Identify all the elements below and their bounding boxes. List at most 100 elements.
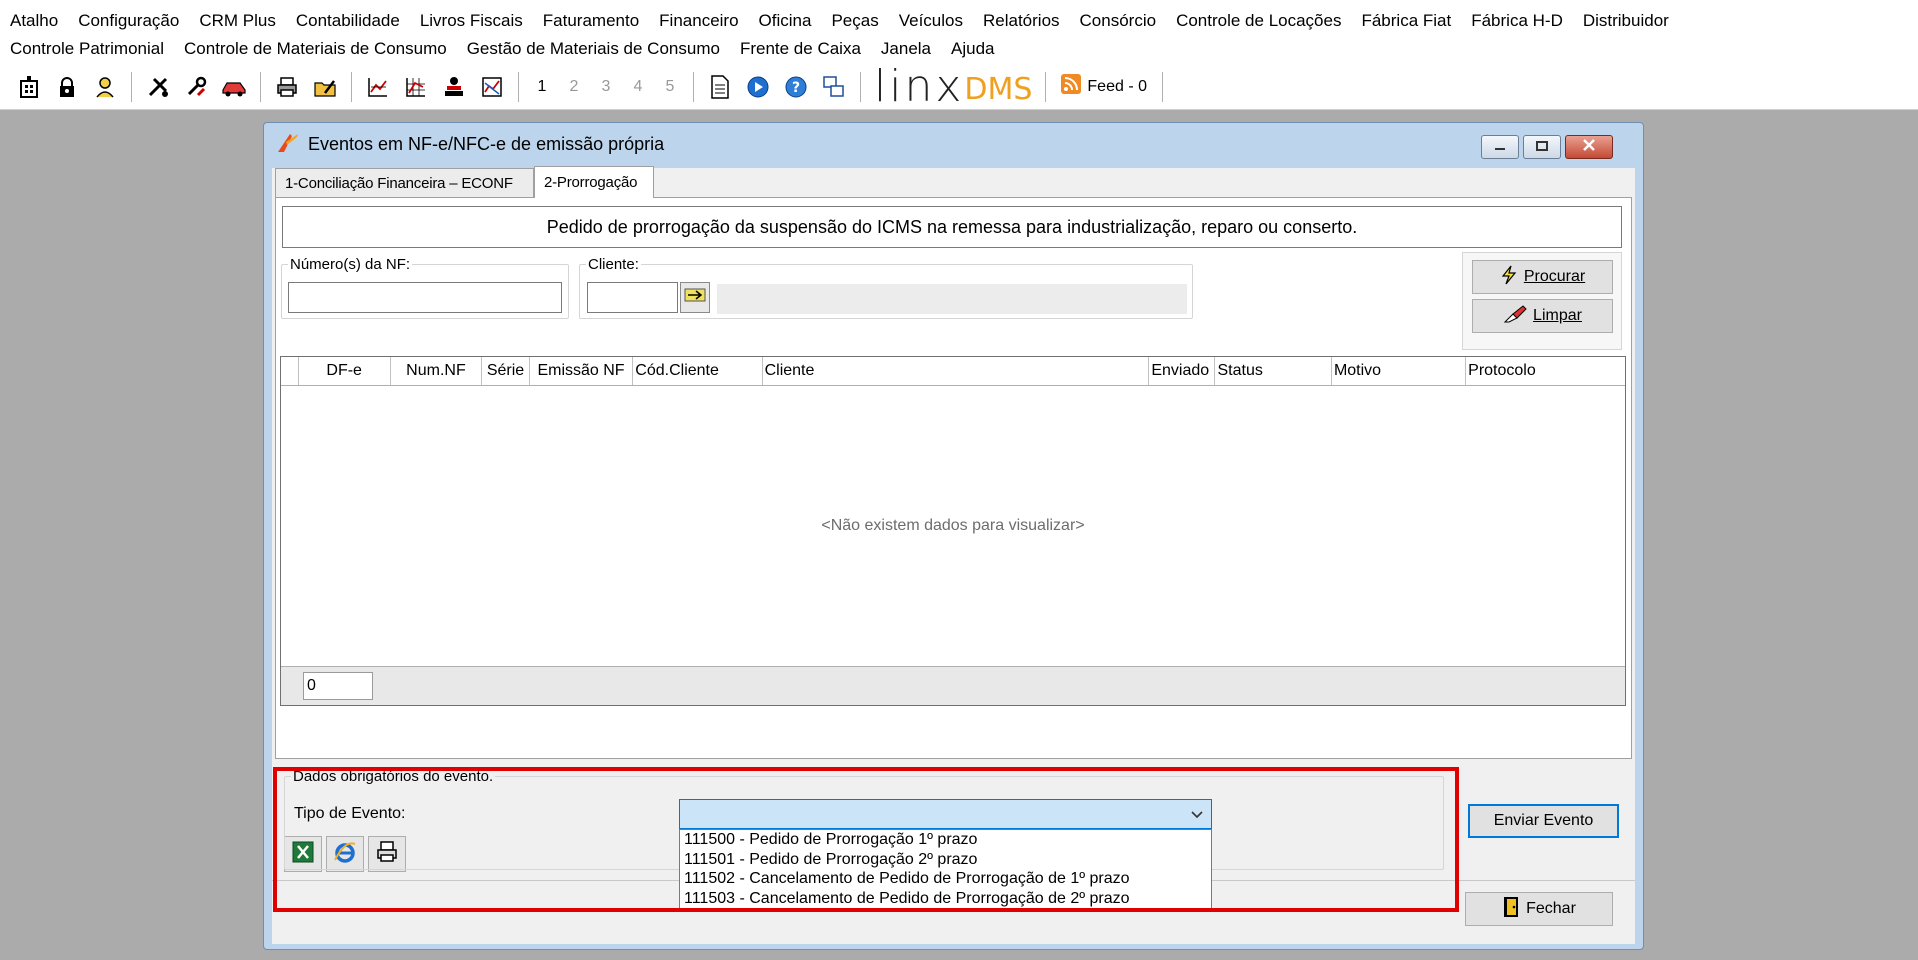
tipo-evento-option[interactable]: 111502 - Cancelamento de Pedido de Prorr… xyxy=(680,869,1211,889)
feed-button[interactable]: Feed - 0 xyxy=(1053,74,1155,99)
grid-col-dfe[interactable]: DF-e xyxy=(299,357,391,385)
user-key-icon[interactable] xyxy=(90,72,120,102)
procurar-button[interactable]: Procurar xyxy=(1472,260,1613,294)
chart-analysis-icon[interactable] xyxy=(477,72,507,102)
enviar-evento-label: Enviar Evento xyxy=(1493,812,1594,829)
menu-relatorios[interactable]: Relatórios xyxy=(973,11,1070,31)
tipo-evento-option[interactable]: 111501 - Pedido de Prorrogação 2º prazo xyxy=(680,850,1211,870)
tab-conciliacao-financeira[interactable]: 1-Conciliação Financeira – ECONF xyxy=(275,168,534,198)
tipo-evento-option[interactable]: 111500 - Pedido de Prorrogação 1º prazo xyxy=(680,830,1211,850)
toolbar-separator xyxy=(693,71,694,102)
tipo-evento-select[interactable] xyxy=(679,799,1212,829)
play-icon[interactable] xyxy=(743,72,773,102)
toolbar-separator xyxy=(860,71,861,102)
menu-distribuidor[interactable]: Distribuidor xyxy=(1573,11,1679,31)
menu-controle-patrimonial[interactable]: Controle Patrimonial xyxy=(0,39,174,59)
menu-controle-materiais-consumo[interactable]: Controle de Materiais de Consumo xyxy=(174,39,457,59)
minimize-icon xyxy=(1493,137,1507,157)
grid-col-status[interactable]: Status xyxy=(1215,357,1332,385)
menu-contabilidade[interactable]: Contabilidade xyxy=(286,11,410,31)
toolbar-separator xyxy=(260,71,261,102)
numero-nf-label: Número(s) da NF: xyxy=(290,256,411,273)
app-logo-icon xyxy=(276,130,300,159)
menu-financeiro[interactable]: Financeiro xyxy=(649,11,748,31)
numero-nf-input[interactable] xyxy=(288,282,562,313)
fechar-label: Fechar xyxy=(1526,900,1576,917)
menu-controle-locacoes[interactable]: Controle de Locações xyxy=(1166,11,1351,31)
grid-col-selector[interactable] xyxy=(281,357,299,385)
toolbar-number-3[interactable]: 3 xyxy=(590,78,622,96)
grid-col-cod-cliente[interactable]: Cód.Cliente xyxy=(633,357,763,385)
feed-label: Feed - 0 xyxy=(1087,77,1147,95)
results-grid: DF-e Num.NF Série Emissão NF Cód.Cliente… xyxy=(280,356,1626,706)
toolbar-number-1[interactable]: 1 xyxy=(526,78,558,96)
tipo-evento-label: Tipo de Evento: xyxy=(294,805,406,822)
cliente-name-display xyxy=(717,284,1187,314)
toolbar-number-4[interactable]: 4 xyxy=(622,78,654,96)
enviar-evento-button[interactable]: Enviar Evento xyxy=(1468,804,1619,838)
minimize-button[interactable] xyxy=(1481,135,1519,159)
chart-grid-icon[interactable] xyxy=(401,72,431,102)
tab-prorrogacao[interactable]: 2-Prorrogação xyxy=(534,166,654,198)
banner-text: Pedido de prorrogação da suspensão do IC… xyxy=(546,216,1358,237)
car-icon[interactable] xyxy=(219,72,249,102)
tipo-evento-dropdown: 111500 - Pedido de Prorrogação 1º prazo … xyxy=(679,829,1212,909)
menu-crm-plus[interactable]: CRM Plus xyxy=(189,11,286,31)
menu-consorcio[interactable]: Consórcio xyxy=(1070,11,1167,31)
document-icon[interactable] xyxy=(705,72,735,102)
wrench-icon[interactable] xyxy=(181,72,211,102)
people-chart-icon[interactable] xyxy=(439,72,469,102)
tab-panel-prorrogacao: Pedido de prorrogação da suspensão do IC… xyxy=(275,197,1632,759)
toolbar-number-5[interactable]: 5 xyxy=(654,78,686,96)
fechar-button[interactable]: Fechar xyxy=(1465,892,1613,926)
maximize-button[interactable] xyxy=(1523,135,1561,159)
chart-line-icon[interactable] xyxy=(363,72,393,102)
eventos-window: Eventos em NF-e/NFC-e de emissão própria… xyxy=(263,122,1644,950)
menu-faturamento[interactable]: Faturamento xyxy=(533,11,649,31)
menu-configuracao[interactable]: Configuração xyxy=(68,11,189,31)
dms-logo-text: DMS xyxy=(964,71,1033,107)
menu-veiculos[interactable]: Veículos xyxy=(889,11,973,31)
help-icon[interactable]: ? xyxy=(781,72,811,102)
grid-footer: 0 xyxy=(281,666,1625,705)
menu-fabrica-fiat[interactable]: Fábrica Fiat xyxy=(1351,11,1461,31)
tab-label: 2-Prorrogação xyxy=(544,174,638,191)
folder-edit-icon[interactable] xyxy=(310,72,340,102)
windows-cascade-icon[interactable] xyxy=(819,72,849,102)
grid-header: DF-e Num.NF Série Emissão NF Cód.Cliente… xyxy=(281,357,1625,386)
tools-icon[interactable] xyxy=(143,72,173,102)
grid-col-cliente[interactable]: Cliente xyxy=(763,357,1150,385)
menu-pecas[interactable]: Peças xyxy=(821,11,888,31)
menu-janela[interactable]: Janela xyxy=(871,39,941,59)
grid-col-emissao-nf[interactable]: Emissão NF xyxy=(530,357,634,385)
dados-evento-label: Dados obrigatórios do evento. xyxy=(293,768,494,785)
toolbar-number-2[interactable]: 2 xyxy=(558,78,590,96)
menu-ajuda[interactable]: Ajuda xyxy=(941,39,1004,59)
tipo-evento-option[interactable]: 111503 - Cancelamento de Pedido de Prorr… xyxy=(680,889,1211,909)
close-button[interactable] xyxy=(1565,135,1613,159)
menu-oficina[interactable]: Oficina xyxy=(749,11,822,31)
menu-atalho[interactable]: Atalho xyxy=(0,11,68,31)
building-icon[interactable] xyxy=(14,72,44,102)
cliente-lookup-button[interactable] xyxy=(680,282,710,313)
menu-frente-caixa[interactable]: Frente de Caixa xyxy=(730,39,871,59)
toolbar-separator xyxy=(1045,71,1047,102)
grid-col-serie[interactable]: Série xyxy=(482,357,530,385)
tab-label: 1-Conciliação Financeira – ECONF xyxy=(285,175,513,192)
procurar-label: Procurar xyxy=(1523,268,1586,285)
grid-col-enviado[interactable]: Enviado xyxy=(1149,357,1216,385)
menu-gestao-materiais-consumo[interactable]: Gestão de Materiais de Consumo xyxy=(457,39,730,59)
grid-col-num-nf[interactable]: Num.NF xyxy=(391,357,483,385)
grid-col-protocolo[interactable]: Protocolo xyxy=(1466,357,1625,385)
lightning-icon xyxy=(1500,265,1518,290)
printer-icon[interactable] xyxy=(272,72,302,102)
grid-col-motivo[interactable]: Motivo xyxy=(1332,357,1467,385)
lock-icon[interactable] xyxy=(52,72,82,102)
menu-livros-fiscais[interactable]: Livros Fiscais xyxy=(410,11,533,31)
menu-row-1: Atalho Configuração CRM Plus Contabilida… xyxy=(0,7,1679,35)
toolbar-separator xyxy=(1162,71,1163,102)
limpar-button[interactable]: Limpar xyxy=(1472,299,1613,333)
cliente-code-input[interactable] xyxy=(587,282,678,313)
window-titlebar[interactable]: Eventos em NF-e/NFC-e de emissão própria xyxy=(264,123,1643,157)
menu-fabrica-hd[interactable]: Fábrica H-D xyxy=(1461,11,1573,31)
